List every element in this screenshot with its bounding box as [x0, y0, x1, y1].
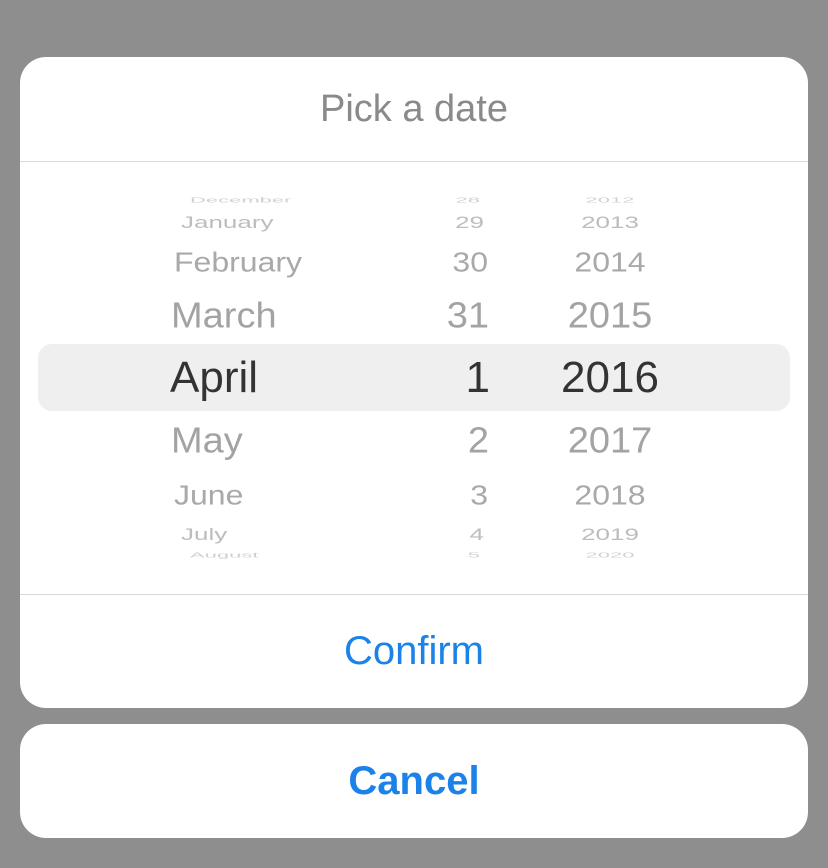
date-wheel-picker[interactable]: December 28 2012 January 29 2013 February 30 201…: [20, 162, 808, 594]
confirm-button[interactable]: Confirm: [20, 595, 808, 708]
picker-day-cell[interactable]: 31: [399, 287, 489, 345]
picker-row[interactable]: April 1 2016: [20, 348, 808, 408]
picker-month-cell[interactable]: April: [170, 348, 410, 408]
picker-year-cell[interactable]: 2015: [540, 287, 680, 345]
date-picker-sheet: Pick a date December 28 2012 January 29 2013 F…: [20, 57, 808, 708]
picker-row[interactable]: May 2 2017: [20, 411, 808, 471]
picker-row[interactable]: March 31 2015: [20, 286, 808, 346]
picker-year-cell[interactable]: 2020: [540, 545, 680, 566]
picker-year-cell[interactable]: 2014: [540, 236, 680, 289]
picker-month-cell[interactable]: May: [171, 412, 411, 470]
picker-row[interactable]: February 30 2014: [20, 232, 808, 292]
picker-month-cell[interactable]: February: [174, 236, 414, 289]
cancel-button[interactable]: Cancel: [20, 724, 808, 838]
picker-day-cell[interactable]: 1: [400, 348, 490, 408]
dialog-title: Pick a date: [320, 87, 508, 130]
picker-month-cell[interactable]: March: [171, 287, 411, 345]
picker-year-cell[interactable]: 2017: [540, 412, 680, 470]
picker-day-cell[interactable]: 5: [390, 545, 480, 566]
picker-day-cell[interactable]: 30: [398, 236, 488, 289]
picker-day-cell[interactable]: 2: [399, 412, 489, 470]
picker-year-cell[interactable]: 2016: [540, 348, 680, 408]
picker-row[interactable]: August 5 2020: [20, 525, 808, 585]
